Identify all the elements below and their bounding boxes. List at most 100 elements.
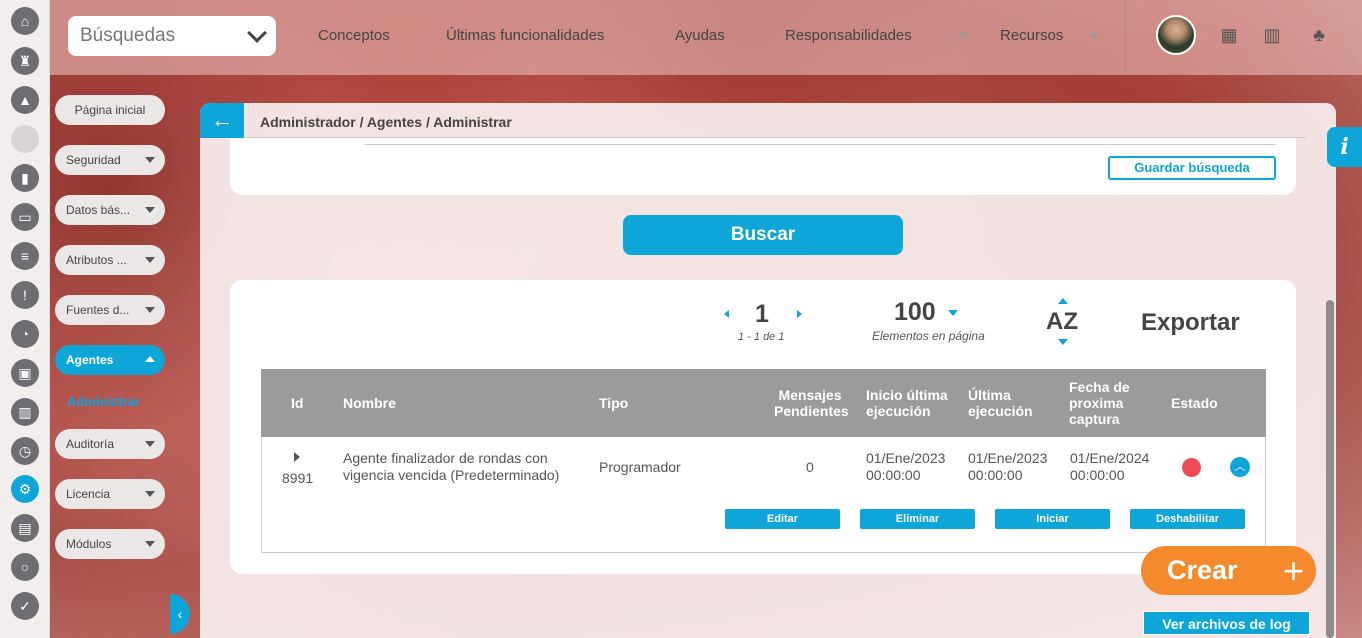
sidebar-item-label: Página inicial	[74, 103, 146, 117]
cell-line: Agente finalizador de rondas con	[343, 450, 548, 466]
sidebar-subitem-administrar[interactable]: Administrar	[67, 394, 140, 409]
sort-button[interactable]: AZ	[1046, 308, 1078, 336]
search-dropdown[interactable]: Búsquedas	[68, 16, 276, 56]
sidebar-item-atributos[interactable]: Atributos ...	[55, 245, 165, 275]
chevron-up-icon	[145, 356, 155, 362]
bar-chart-icon[interactable]: ▮	[11, 164, 39, 192]
sort-desc-icon[interactable]	[1058, 339, 1068, 345]
cell-line: 00:00:00	[866, 467, 921, 483]
chevron-down-icon[interactable]	[948, 310, 958, 316]
nav-ultimas-funcionalidades[interactable]: Últimas funcionalidades	[446, 27, 604, 44]
per-page-select[interactable]: 100	[894, 298, 936, 327]
col-estado[interactable]: Estado	[1171, 395, 1218, 411]
save-search-button[interactable]: Guardar búsqueda	[1108, 156, 1276, 180]
view-log-button[interactable]: Ver archivos de log	[1143, 611, 1310, 635]
chevron-down-icon[interactable]	[1089, 33, 1099, 39]
col-label: Última	[968, 387, 1011, 403]
nav-recursos[interactable]: Recursos	[1000, 27, 1063, 44]
home-icon[interactable]: ⌂	[11, 7, 39, 35]
sidebar-item-label: Fuentes d...	[66, 303, 130, 317]
create-button[interactable]: Crear +	[1141, 546, 1316, 595]
cell-proxima: 01/Ene/2024 00:00:00	[1070, 450, 1149, 484]
cell-id: 8991	[282, 470, 314, 486]
col-label: ejecución	[866, 403, 931, 419]
sidebar-item-seguridad[interactable]: Seguridad	[55, 145, 165, 175]
gear-icon[interactable]: ⚙	[11, 475, 39, 503]
col-mensajes-pendientes[interactable]: Mensajes Pendientes	[774, 387, 849, 419]
page-range: 1 - 1 de 1	[738, 331, 785, 343]
clock-icon[interactable]: ◷	[11, 437, 39, 465]
cycle-icon[interactable]: ○	[11, 553, 39, 581]
sort-asc-icon[interactable]	[1058, 298, 1068, 304]
sidebar-item-label: Módulos	[66, 537, 112, 551]
sidebar-item-auditoria[interactable]: Auditoría	[55, 429, 165, 459]
col-id[interactable]: Id	[291, 395, 303, 411]
delete-button[interactable]: Eliminar	[860, 509, 975, 529]
start-button[interactable]: Iniciar	[995, 509, 1110, 529]
col-inicio-ultima-ejecucion[interactable]: Inicio última ejecución	[866, 387, 948, 419]
chevron-down-icon	[145, 541, 155, 547]
nav-conceptos[interactable]: Conceptos	[318, 27, 390, 44]
gantt-icon[interactable]: ≡	[11, 242, 39, 270]
sidebar-item-agentes[interactable]: Agentes	[55, 345, 165, 375]
bell-icon[interactable]: ♣	[1309, 25, 1329, 45]
info-icon[interactable]: i	[1327, 127, 1362, 167]
sidebar-item-pagina-inicial[interactable]: Página inicial	[55, 95, 165, 125]
cell-mensajes: 0	[806, 459, 814, 475]
presentation-icon[interactable]: ▭	[11, 203, 39, 231]
edit-button[interactable]: Editar	[725, 509, 840, 529]
sidebar-item-label: Agentes	[66, 353, 114, 367]
briefcase-icon[interactable]: ▣	[11, 359, 39, 387]
cell-ultima: 01/Ene/2023 00:00:00	[968, 450, 1047, 484]
export-button[interactable]: Exportar	[1141, 309, 1240, 337]
next-page-icon[interactable]	[797, 310, 802, 318]
sidebar-item-fuentes[interactable]: Fuentes d...	[55, 295, 165, 325]
col-label: proxima	[1069, 395, 1124, 411]
pie-chart-icon[interactable]: ◔	[11, 320, 39, 348]
cell-tipo: Programador	[599, 459, 681, 475]
chess-rook-icon[interactable]: ♜	[11, 47, 39, 75]
divider	[246, 137, 1306, 138]
sidebar-item-label: Datos bás...	[66, 203, 131, 217]
search-button[interactable]: Buscar	[623, 215, 903, 255]
col-ultima-ejecucion[interactable]: Última ejecución	[968, 387, 1033, 419]
col-label: Mensajes	[778, 387, 842, 403]
book-icon[interactable]: ▥	[1262, 25, 1282, 45]
sidebar-item-label: Licencia	[66, 487, 111, 501]
pyramid-icon[interactable]: ▲	[11, 86, 39, 114]
sidebar-item-modulos[interactable]: Módulos	[55, 529, 165, 559]
col-label: ejecución	[968, 403, 1033, 419]
avatar[interactable]	[1156, 15, 1196, 55]
cell-line: 01/Ene/2024	[1070, 450, 1150, 466]
col-fecha-proxima-captura[interactable]: Fecha de proxima captura	[1069, 379, 1130, 427]
sidebar-item-label: Auditoría	[66, 437, 115, 451]
col-label: Inicio última	[866, 387, 948, 403]
nav-ayudas[interactable]: Ayudas	[675, 27, 725, 44]
chevron-down-icon	[145, 207, 155, 213]
prev-page-icon[interactable]	[724, 310, 729, 318]
disable-button[interactable]: Deshabilitar	[1130, 509, 1245, 529]
col-tipo[interactable]: Tipo	[599, 395, 628, 411]
cell-line: 00:00:00	[1070, 467, 1125, 483]
blank-icon[interactable]	[11, 125, 39, 153]
chevron-up-icon[interactable]: ︿	[1230, 457, 1250, 477]
top-bar: Búsquedas Conceptos Últimas funcionalida…	[50, 0, 1362, 75]
check-icon[interactable]: ✓	[11, 592, 39, 620]
scrollbar[interactable]	[1326, 300, 1334, 638]
document-icon[interactable]: ▤	[11, 514, 39, 542]
cell-nombre[interactable]: Agente finalizador de rondas con vigenci…	[343, 450, 559, 484]
col-nombre[interactable]: Nombre	[343, 395, 396, 411]
back-button[interactable]: ←	[200, 103, 244, 138]
chevron-down-icon[interactable]	[958, 33, 968, 39]
chevron-down-icon	[145, 441, 155, 447]
expand-row-icon[interactable]	[294, 452, 300, 462]
plus-icon: +	[1282, 550, 1304, 591]
sidebar-item-datos-basicos[interactable]: Datos bás...	[55, 195, 165, 225]
sidebar-item-label: Atributos ...	[66, 253, 127, 267]
chevron-down-icon	[145, 257, 155, 263]
warning-icon[interactable]: !	[11, 281, 39, 309]
book-icon[interactable]: ▥	[11, 398, 39, 426]
calendar-icon[interactable]: ▦	[1219, 25, 1239, 45]
nav-responsabilidades[interactable]: Responsabilidades	[785, 27, 912, 44]
sidebar-item-licencia[interactable]: Licencia	[55, 479, 165, 509]
